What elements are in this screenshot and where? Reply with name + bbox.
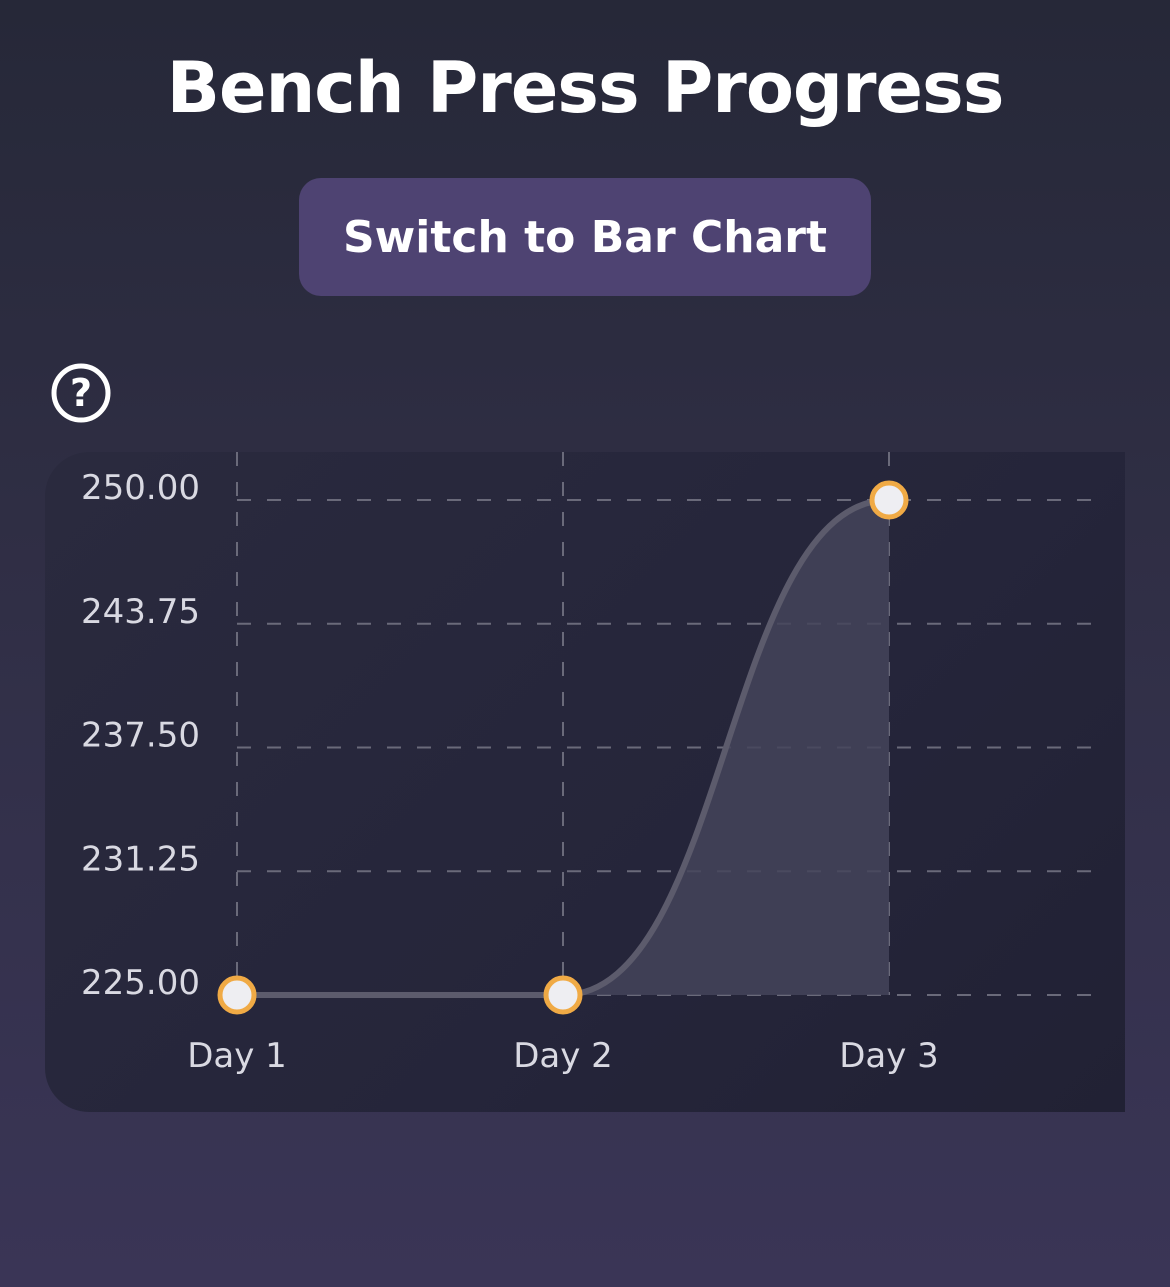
y-tick-label: 243.75 [81,592,200,632]
data-point [869,480,909,520]
y-tick-label: 237.50 [81,716,200,756]
y-tick-label: 250.00 [81,468,200,508]
switch-chart-type-button[interactable]: Switch to Bar Chart [299,178,871,296]
question-circle-icon[interactable]: ? [50,362,112,424]
x-tick-label: Day 1 [187,1036,287,1076]
y-tick-label: 225.00 [81,963,200,1003]
x-tick-label: Day 3 [839,1036,939,1076]
page-title: Bench Press Progress [166,47,1005,129]
x-tick-label: Day 2 [513,1036,613,1076]
y-tick-label: 231.25 [81,839,200,879]
data-point [217,975,257,1015]
line-chart: 225.00 231.25 237.50 243.75 250.00 Day 1 Day … [81,452,1107,1076]
chart-card: 225.00 231.25 237.50 243.75 250.00 Day 1 Day … [45,452,1125,1112]
data-point [543,975,583,1015]
svg-text:?: ? [70,371,92,415]
